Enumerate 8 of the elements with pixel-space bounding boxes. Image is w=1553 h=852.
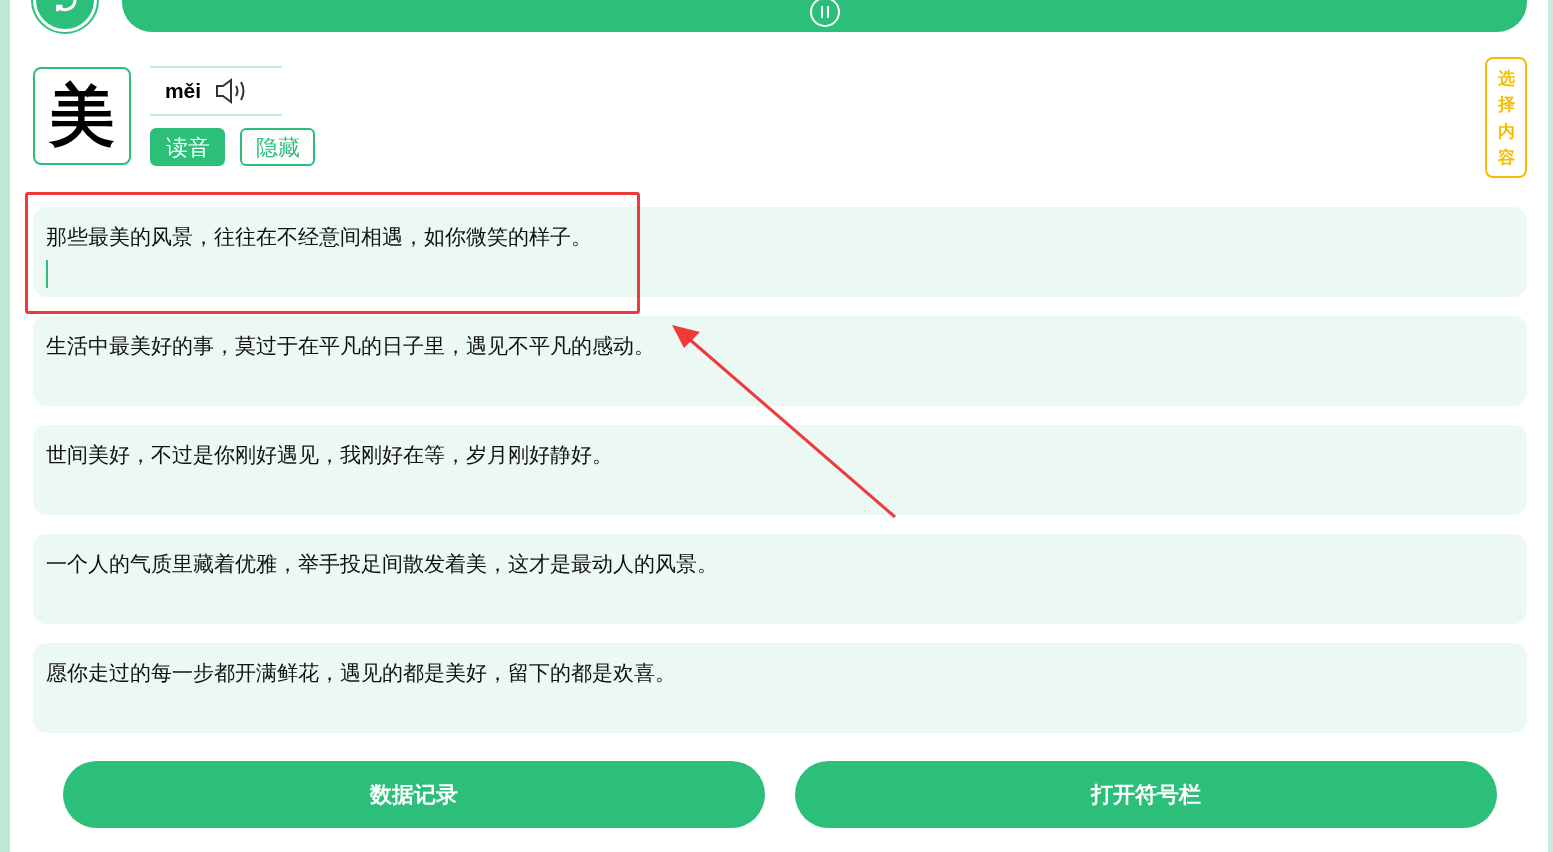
sentence-field[interactable]: 世间美好，不过是你刚好遇见，我刚好在等，岁月刚好静好。	[33, 425, 1527, 515]
sentence-field[interactable]: 愿你走过的每一步都开满鲜花，遇见的都是美好，留下的都是欢喜。	[33, 643, 1527, 733]
sentence-field[interactable]: 生活中最美好的事，莫过于在平凡的日子里，遇见不平凡的感动。	[33, 316, 1527, 406]
pinyin-text: měi	[164, 78, 202, 105]
character-card: 美	[33, 67, 131, 165]
sentence-field[interactable]: 一个人的气质里藏着优雅，举手投足间散发着美，这才是最动人的风景。	[33, 534, 1527, 624]
pause-icon	[808, 0, 841, 28]
sentence-field[interactable]: 那些最美的风景，往往在不经意间相遇，如你微笑的样子。	[33, 207, 1527, 297]
